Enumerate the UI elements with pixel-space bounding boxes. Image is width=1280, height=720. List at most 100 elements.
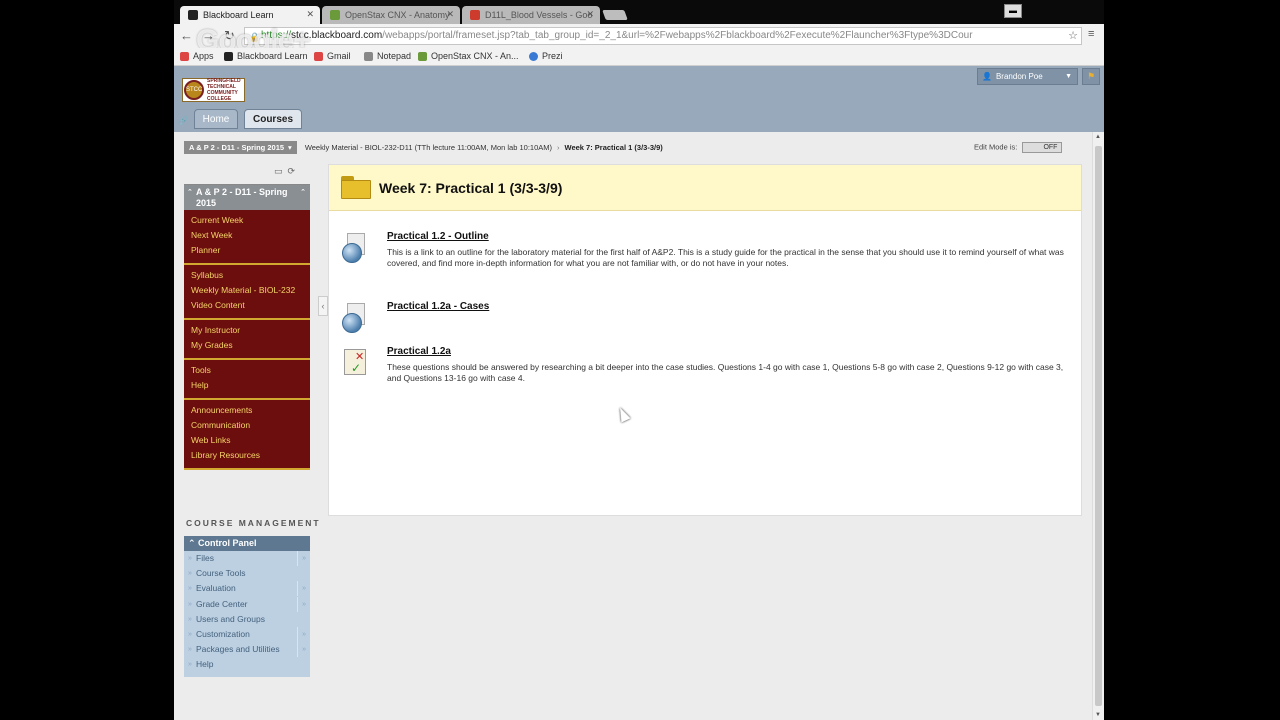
breadcrumb-course-label: A & P 2 - D11 - Spring 2015 — [189, 142, 285, 152]
menu-item-video-content[interactable]: Video Content — [184, 298, 310, 313]
browser-toolbar: ← → ↻ 🔒 https://stcc.blackboard.com/weba… — [174, 24, 1104, 48]
breadcrumb-course[interactable]: A & P 2 - D11 - Spring 2015 ▾ — [184, 140, 297, 154]
menu-item-syllabus[interactable]: Syllabus — [184, 268, 310, 283]
expand-icon[interactable]: » — [297, 581, 306, 597]
expand-icon[interactable]: » — [297, 596, 306, 612]
scrollbar[interactable]: ▲ ▼ — [1092, 132, 1104, 720]
scroll-up-icon[interactable]: ▲ — [1095, 134, 1101, 140]
content-item-link[interactable]: Practical 1.2a — [387, 346, 451, 357]
new-tab-button[interactable] — [602, 10, 628, 20]
cp-item-packages-utilities[interactable]: » Packages and Utilities » — [184, 642, 310, 658]
tab-home[interactable]: Home — [194, 109, 238, 129]
tab-google-slides[interactable]: D11L_Blood Vessels - Goo ✕ — [462, 6, 600, 24]
content-item-description: This is a link to an outline for the lab… — [387, 247, 1064, 268]
notifications-icon[interactable]: ⚑ — [1082, 68, 1100, 85]
cp-item-label: Grade Center — [196, 598, 248, 609]
bookmark-blackboard[interactable]: Blackboard Learn — [224, 51, 308, 61]
menu-item-tools[interactable]: Tools — [184, 363, 310, 378]
content-item-link[interactable]: Practical 1.2 - Outline — [387, 231, 489, 242]
window-user-icon[interactable]: ▬ — [1004, 4, 1022, 18]
content-area: A & P 2 - D11 - Spring 2015 ▾ Weekly Mate… — [174, 132, 1104, 720]
chevron-down-icon: ▼ — [1065, 73, 1072, 80]
bookmark-label: Blackboard Learn — [237, 51, 308, 61]
tab-blackboard-learn[interactable]: Blackboard Learn ✕ — [180, 6, 320, 24]
scrollbar-thumb[interactable] — [1095, 146, 1102, 706]
close-icon[interactable]: ✕ — [446, 9, 454, 20]
link-icon[interactable]: 🔗 — [178, 116, 188, 125]
bookmark-gmail[interactable]: Gmail — [314, 51, 351, 61]
user-name: Brandon Poe — [995, 72, 1043, 81]
close-icon[interactable]: ✕ — [586, 9, 594, 20]
breadcrumb-separator-icon: › — [557, 142, 560, 152]
cp-item-grade-center[interactable]: » Grade Center » — [184, 596, 310, 612]
blackboard-favicon-icon — [188, 10, 198, 20]
expand-icon[interactable]: » — [297, 642, 306, 658]
edit-mode: Edit Mode is: OFF — [974, 142, 1063, 153]
menu-display-icon[interactable]: ▭ — [274, 166, 283, 176]
expand-icon[interactable]: » — [297, 626, 306, 642]
menu-item-planner[interactable]: Planner — [184, 243, 310, 258]
collapse-icon[interactable]: ⌃ — [300, 187, 306, 198]
content-item-link[interactable]: Practical 1.2a - Cases — [387, 301, 489, 312]
cp-item-evaluation[interactable]: » Evaluation » — [184, 581, 310, 597]
cp-item-course-tools[interactable]: » Course Tools — [184, 566, 310, 581]
tab-openstax[interactable]: OpenStax CNX - Anatomy ✕ — [322, 6, 460, 24]
breadcrumb-current: Week 7: Practical 1 (3/3-3/9) — [564, 142, 663, 152]
breadcrumb-weekly[interactable]: Weekly Material - BIOL-232-D11 (TTh lect… — [305, 143, 552, 152]
bullet-icon: » — [188, 555, 192, 562]
cp-item-files[interactable]: » Files » — [184, 551, 310, 566]
cp-item-label: Files — [196, 553, 214, 563]
menu-item-current-week[interactable]: Current Week — [184, 213, 310, 228]
menu-item-announcements[interactable]: Announcements — [184, 403, 310, 418]
expand-icon[interactable]: » — [297, 551, 306, 566]
address-bar[interactable]: 🔒 https://stcc.blackboard.com/webapps/po… — [244, 27, 1082, 45]
menu-item-next-week[interactable]: Next Week — [184, 228, 310, 243]
menu-icon[interactable]: ≡ — [1088, 28, 1094, 40]
dropdown-icon: ▾ — [288, 142, 292, 152]
menu-item-library-resources[interactable]: Library Resources — [184, 448, 310, 463]
content-item: Practical 1.2 - Outline This is a link t… — [341, 231, 1071, 268]
google-plus-favicon-icon — [470, 10, 480, 20]
college-seal-icon: STCC — [184, 80, 204, 100]
menu-item-web-links[interactable]: Web Links — [184, 433, 310, 448]
menu-item-my-grades[interactable]: My Grades — [184, 338, 310, 353]
bullet-icon: » — [188, 600, 192, 608]
menu-item-communication[interactable]: Communication — [184, 418, 310, 433]
bookmark-openstax[interactable]: OpenStax CNX - An... — [418, 51, 519, 61]
college-logo[interactable]: STCC SPRINGFIELD TECHNICAL COMMUNITY COLLEG… — [182, 78, 245, 102]
bookmark-label: Prezi — [542, 51, 563, 61]
scroll-down-icon[interactable]: ▼ — [1095, 712, 1101, 718]
bullet-icon: » — [188, 646, 192, 654]
menu-item-my-instructor[interactable]: My Instructor — [184, 323, 310, 338]
bookmark-prezi[interactable]: Prezi — [529, 51, 563, 61]
tab-strip: Blackboard Learn ✕ OpenStax CNX - Anatom… — [174, 0, 1104, 24]
control-panel-header[interactable]: ⌃ Control Panel — [184, 536, 310, 551]
bookmark-star-icon[interactable]: ☆ — [1068, 28, 1078, 44]
close-icon[interactable]: ✕ — [306, 9, 314, 20]
collapse-icon: ⌃ — [188, 538, 199, 548]
menu-group: My Instructor My Grades — [184, 320, 310, 360]
page-header: Week 7: Practical 1 (3/3-3/9) — [329, 165, 1081, 211]
collapse-icon: ⌃ — [187, 189, 193, 196]
menu-group: Current Week Next Week Planner — [184, 210, 310, 265]
cp-item-label: Users and Groups — [196, 613, 265, 624]
cp-item-help[interactable]: » Help — [184, 657, 310, 672]
cp-item-users-groups[interactable]: » Users and Groups — [184, 612, 310, 627]
refresh-icon[interactable]: ⟳ — [288, 166, 296, 176]
menu-item-help[interactable]: Help — [184, 378, 310, 393]
tab-courses[interactable]: Courses — [244, 109, 302, 129]
back-arrow-icon[interactable]: ← — [180, 28, 193, 43]
openstax-favicon-icon — [330, 10, 340, 20]
menu-item-weekly-material[interactable]: Weekly Material - BIOL-232 — [184, 283, 310, 298]
menu-tools: ▭ ⟳ — [274, 166, 295, 177]
course-menu-title[interactable]: ⌃ A & P 2 - D11 - Spring 2015 ⌃ — [184, 185, 310, 210]
collapse-menu-handle[interactable]: ‹ — [318, 296, 328, 316]
cp-item-customization[interactable]: » Customization » — [184, 626, 310, 642]
bookmark-apps[interactable]: Apps — [180, 51, 214, 61]
user-menu[interactable]: 👤 Brandon Poe ▼ — [977, 68, 1078, 85]
bookmark-notepad[interactable]: Notepad — [364, 51, 411, 61]
cp-item-label: Customization — [196, 628, 250, 639]
edit-mode-toggle[interactable]: OFF — [1022, 142, 1063, 153]
college-logo-wordmark: SPRINGFIELD TECHNICAL COMMUNITY COLLEGE — [207, 78, 241, 102]
content-item: Practical 1.2a - Cases — [341, 301, 1071, 333]
